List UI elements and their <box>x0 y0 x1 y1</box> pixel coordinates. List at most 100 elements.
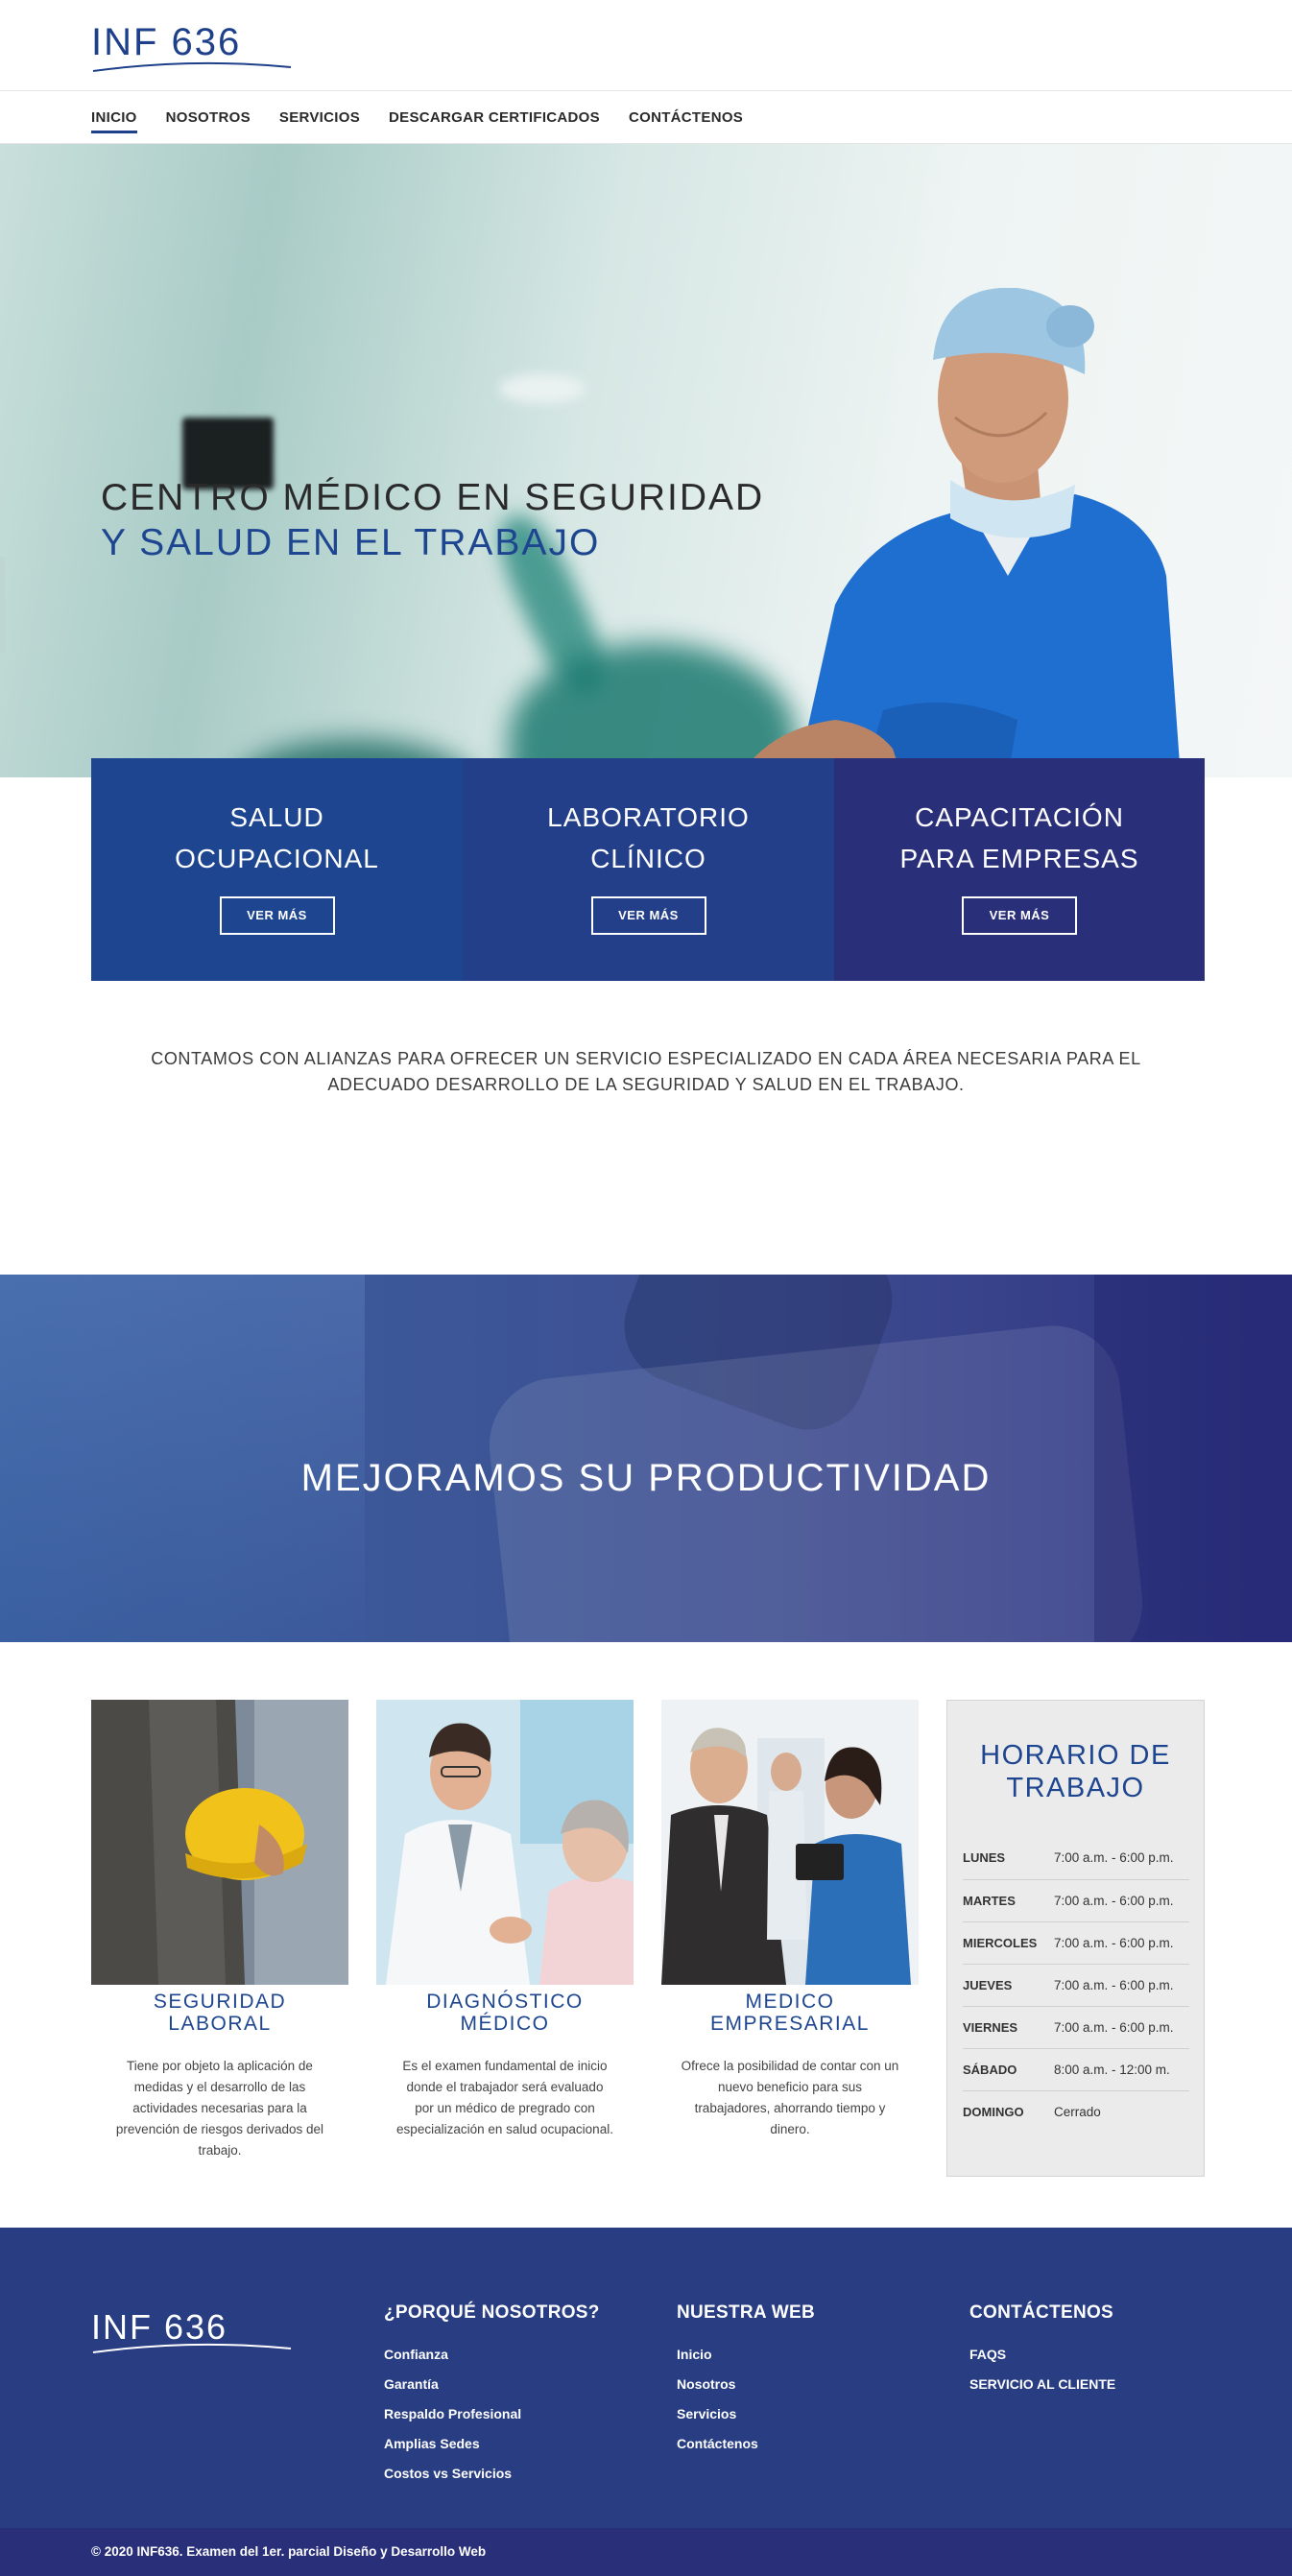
footer-link[interactable]: Confianza <box>384 2340 600 2370</box>
service-title-line2: OCUPACIONAL <box>175 844 379 873</box>
schedule-title: HORARIO DE TRABAJO <box>947 1739 1204 1804</box>
schedule-day: JUEVES <box>963 1964 1054 2007</box>
banner-title: MEJORAMOS SU PRODUCTIVIDAD <box>300 1457 992 1499</box>
schedule-row: DOMINGO Cerrado <box>963 2090 1189 2133</box>
site-header: INF 636 INICIO NOSOTROS SERVICIOS DESCAR… <box>0 0 1292 144</box>
service-title: SALUD OCUPACIONAL <box>91 797 463 879</box>
feature-text: Ofrece la posibilidad de contar con un n… <box>681 2059 899 2136</box>
schedule-row: VIERNES 7:00 a.m. - 6:00 p.m. <box>963 2006 1189 2049</box>
feature-diagnostico-medico: DIAGNÓSTICO MÉDICO Es el examen fundamen… <box>376 1700 634 2140</box>
schedule-row: JUEVES 7:00 a.m. - 6:00 p.m. <box>963 1964 1189 2007</box>
schedule-row: SÁBADO 8:00 a.m. - 12:00 m. <box>963 2048 1189 2091</box>
hero-title: CENTRO MÉDICO EN SEGURIDAD Y SALUD EN EL… <box>101 475 764 565</box>
schedule-hours: 7:00 a.m. - 6:00 p.m. <box>1054 1921 1189 1965</box>
schedule-hours: 7:00 a.m. - 6:00 p.m. <box>1054 1837 1189 1880</box>
logo-bar: INF 636 <box>0 0 1292 91</box>
service-title: CAPACITACIÓN PARA EMPRESAS <box>834 797 1205 879</box>
schedule-title-line2: TRABAJO <box>1006 1773 1145 1803</box>
footer-link[interactable]: Inicio <box>677 2340 815 2370</box>
service-title-line1: CAPACITACIÓN <box>915 802 1124 832</box>
feature-title: MEDICO EMPRESARIAL <box>661 1991 919 2035</box>
hero-bg-lamp <box>499 374 586 403</box>
logo-swoosh-icon <box>92 61 292 72</box>
feature-title-line2: LABORAL <box>168 2013 272 2035</box>
footer-col-title: ¿PORQUÉ NOSOTROS? <box>384 2302 600 2323</box>
footer-col-contactenos: CONTÁCTENOS FAQS SERVICIO AL CLIENTE <box>969 2302 1115 2399</box>
feature-title-line1: SEGURIDAD <box>153 1991 287 2013</box>
service-card-laboratorio-clinico: LABORATORIO CLÍNICO VER MÁS <box>463 758 834 981</box>
hero-title-line1: CENTRO MÉDICO EN SEGURIDAD <box>101 477 765 518</box>
feature-title: DIAGNÓSTICO MÉDICO <box>376 1991 634 2035</box>
nav-item-servicios[interactable]: SERVICIOS <box>279 104 360 131</box>
ver-mas-button[interactable]: VER MÁS <box>962 896 1077 935</box>
footer-link[interactable]: FAQS <box>969 2340 1115 2370</box>
features-section: SEGURIDAD LABORAL Tiene por objeto la ap… <box>0 1642 1292 2228</box>
ver-mas-button[interactable]: VER MÁS <box>590 896 706 935</box>
footer-link[interactable]: Garantía <box>384 2370 600 2399</box>
site-footer: INF 636 ¿PORQUÉ NOSOTROS? Confianza Gara… <box>0 2228 1292 2528</box>
logo-swoosh-icon <box>92 2343 292 2353</box>
feature-image-doctor-patient <box>376 1700 634 1985</box>
service-title-line1: LABORATORIO <box>547 802 750 832</box>
feature-image-worker-helmet <box>91 1700 348 1985</box>
nav-item-inicio[interactable]: INICIO <box>91 104 137 133</box>
footer-col-porque-nosotros: ¿PORQUÉ NOSOTROS? Confianza Garantía Res… <box>384 2302 600 2489</box>
logo-text: INF 636 <box>91 21 242 63</box>
feature-title-line2: MÉDICO <box>460 2013 550 2035</box>
service-card-capacitacion-empresas: CAPACITACIÓN PARA EMPRESAS VER MÁS <box>834 758 1205 981</box>
feature-title-line2: EMPRESARIAL <box>710 2013 870 2035</box>
feature-title-line1: MEDICO <box>745 1991 835 2013</box>
schedule-day: VIERNES <box>963 2006 1054 2049</box>
footer-link[interactable]: Costos vs Servicios <box>384 2459 600 2489</box>
service-title-line2: PARA EMPRESAS <box>899 844 1139 873</box>
intro-text: CONTAMOS CON ALIANZAS PARA OFRECER UN SE… <box>151 1049 1141 1094</box>
schedule-day: MIERCOLES <box>963 1921 1054 1965</box>
schedule-hours: 7:00 a.m. - 6:00 p.m. <box>1054 2006 1189 2049</box>
schedule-box: HORARIO DE TRABAJO LUNES 7:00 a.m. - 6:00… <box>946 1700 1205 2177</box>
schedule-hours: Cerrado <box>1054 2104 1101 2119</box>
footer-col-title: CONTÁCTENOS <box>969 2302 1114 2323</box>
services-section: SALUD OCUPACIONAL VER MÁS LABORATORIO CL… <box>0 758 1292 998</box>
footer-link[interactable]: Amplias Sedes <box>384 2429 600 2459</box>
hero-side-tab[interactable] <box>0 557 5 653</box>
feature-text: Es el examen fundamental de inicio donde… <box>396 2059 613 2136</box>
footer-link[interactable]: Contáctenos <box>677 2429 815 2459</box>
hero-title-line2: Y SALUD EN EL TRABAJO <box>101 522 601 563</box>
service-title-line2: CLÍNICO <box>590 844 706 873</box>
service-title-line1: SALUD <box>229 802 324 832</box>
hero-doctor-image <box>739 288 1181 777</box>
schedule-day: DOMINGO <box>963 2104 1024 2119</box>
schedule-day: SÁBADO <box>963 2048 1054 2091</box>
service-card-salud-ocupacional: SALUD OCUPACIONAL VER MÁS <box>91 758 463 981</box>
schedule-row: LUNES 7:00 a.m. - 6:00 p.m. <box>963 1837 1189 1880</box>
footer-link[interactable]: Respaldo Profesional <box>384 2399 600 2429</box>
schedule-hours: 8:00 a.m. - 12:00 m. <box>1054 2048 1189 2091</box>
schedule-day: MARTES <box>963 1879 1054 1922</box>
feature-medico-empresarial: MEDICO EMPRESARIAL Ofrece la posibilidad… <box>661 1700 919 2140</box>
productivity-banner: MEJORAMOS SU PRODUCTIVIDAD <box>0 1275 1292 1642</box>
ver-mas-button[interactable]: VER MÁS <box>219 896 335 935</box>
feature-image-business-nurse <box>661 1700 919 1985</box>
feature-text: Tiene por objeto la aplicación de medida… <box>115 2059 324 2158</box>
schedule-row: MIERCOLES 7:00 a.m. - 6:00 p.m. <box>963 1921 1189 1965</box>
main-nav: INICIO NOSOTROS SERVICIOS DESCARGAR CERT… <box>0 91 1292 144</box>
footer-logo[interactable]: INF 636 <box>91 2306 293 2354</box>
schedule-day: LUNES <box>963 1837 1054 1880</box>
schedule-hours: 7:00 a.m. - 6:00 p.m. <box>1054 1879 1189 1922</box>
feature-title-line1: DIAGNÓSTICO <box>426 1991 584 2013</box>
feature-title: SEGURIDAD LABORAL <box>91 1991 348 2035</box>
copyright-bar: © 2020 INF636. Examen del 1er. parcial D… <box>0 2528 1292 2576</box>
footer-col-nuestra-web: NUESTRA WEB Inicio Nosotros Servicios Co… <box>677 2302 815 2459</box>
hero-section: CENTRO MÉDICO EN SEGURIDAD Y SALUD EN EL… <box>0 144 1292 777</box>
nav-item-nosotros[interactable]: NOSOTROS <box>166 104 251 131</box>
schedule-title-line1: HORARIO DE <box>980 1740 1171 1771</box>
nav-item-descargar-certificados[interactable]: DESCARGAR CERTIFICADOS <box>389 104 600 131</box>
nav-item-contactenos[interactable]: CONTÁCTENOS <box>629 104 743 131</box>
footer-link[interactable]: Nosotros <box>677 2370 815 2399</box>
schedule-row: MARTES 7:00 a.m. - 6:00 p.m. <box>963 1879 1189 1922</box>
schedule-hours: 7:00 a.m. - 6:00 p.m. <box>1054 1964 1189 2007</box>
footer-link[interactable]: SERVICIO AL CLIENTE <box>969 2370 1115 2399</box>
footer-link[interactable]: Servicios <box>677 2399 815 2429</box>
site-logo[interactable]: INF 636 <box>91 21 293 72</box>
schedule-table: LUNES 7:00 a.m. - 6:00 p.m. MARTES 7:00 a.… <box>963 1837 1189 2133</box>
